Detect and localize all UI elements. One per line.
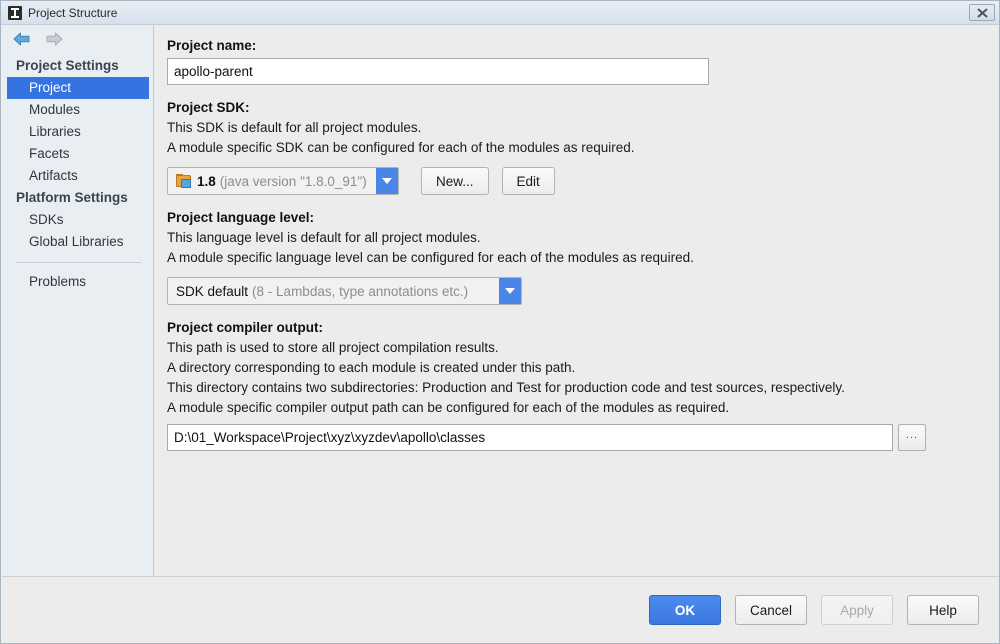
apply-button[interactable]: Apply	[821, 595, 893, 625]
close-icon	[976, 7, 988, 18]
window-title: Project Structure	[28, 5, 118, 20]
project-sdk-detail: (java version "1.8.0_91")	[219, 173, 367, 189]
language-level-label: Project language level:	[167, 210, 315, 225]
project-sdk-row: 1.8 (java version "1.8.0_91") New... Edi…	[167, 167, 999, 195]
new-sdk-button[interactable]: New...	[421, 167, 489, 195]
project-sdk-combobox[interactable]: 1.8 (java version "1.8.0_91")	[167, 167, 399, 195]
cancel-button[interactable]: Cancel	[734, 595, 807, 625]
compiler-output-label: Project compiler output:	[167, 320, 324, 335]
group-label-project-settings: Project Settings	[16, 58, 119, 73]
settings-nav-list: Project Settings Project Modules Librari…	[2, 53, 153, 293]
sidebar-item-problems[interactable]: Problems	[7, 271, 149, 293]
chevron-down-icon	[505, 287, 515, 294]
project-sdk-name: 1.8	[197, 173, 216, 189]
language-level-name: SDK default	[176, 283, 249, 299]
language-level-desc-2: A module specific language level can be …	[167, 250, 694, 265]
project-name-input[interactable]: apollo-parent	[167, 58, 709, 85]
compiler-output-desc-1: This path is used to store all project c…	[167, 340, 499, 355]
compiler-output-desc-2: A directory corresponding to each module…	[167, 360, 576, 375]
chevron-down-icon	[382, 177, 392, 184]
sidebar-divider	[16, 262, 141, 263]
project-sdk-label: Project SDK:	[167, 100, 250, 115]
project-structure-dialog: Project Structure Project Settings Proje…	[0, 0, 1000, 644]
edit-sdk-button[interactable]: Edit	[501, 167, 555, 195]
arrow-right-icon[interactable]	[44, 31, 64, 47]
project-sdk-dropdown-arrow[interactable]	[376, 168, 398, 194]
project-sdk-desc-1: This SDK is default for all project modu…	[167, 120, 422, 135]
dialog-button-bar: OK Cancel Apply Help	[2, 576, 999, 643]
sidebar-item-modules[interactable]: Modules	[7, 99, 149, 121]
sidebar-item-global-libraries[interactable]: Global Libraries	[7, 231, 149, 253]
compiler-output-row: D:\01_Workspace\Project\xyz\xyzdev\apoll…	[167, 424, 999, 451]
title-bar: Project Structure	[1, 1, 999, 25]
compiler-output-browse-button[interactable]: ...	[898, 424, 926, 451]
compiler-output-desc-3: This directory contains two subdirectori…	[167, 380, 845, 395]
language-level-desc-1: This language level is default for all p…	[167, 230, 481, 245]
language-level-detail: (8 - Lambdas, type annotations etc.)	[252, 283, 469, 299]
navigation-bar	[2, 25, 153, 53]
project-name-label: Project name:	[167, 38, 257, 53]
sidebar-item-project[interactable]: Project	[7, 77, 149, 99]
jdk-folder-icon	[176, 173, 192, 189]
sidebar: Project Settings Project Modules Librari…	[2, 25, 154, 576]
project-sdk-desc-2: A module specific SDK can be configured …	[167, 140, 635, 155]
project-settings-panel: Project name: apollo-parent Project SDK:…	[154, 25, 999, 576]
close-button[interactable]	[969, 4, 995, 21]
sidebar-item-artifacts[interactable]: Artifacts	[7, 165, 149, 187]
ok-button[interactable]: OK	[648, 595, 721, 625]
sidebar-item-libraries[interactable]: Libraries	[7, 121, 149, 143]
compiler-output-desc-4: A module specific compiler output path c…	[167, 400, 730, 415]
language-level-combobox[interactable]: SDK default (8 - Lambdas, type annotatio…	[167, 277, 522, 305]
sidebar-item-facets[interactable]: Facets	[7, 143, 149, 165]
language-level-row: SDK default (8 - Lambdas, type annotatio…	[167, 277, 999, 305]
group-label-platform-settings: Platform Settings	[16, 190, 128, 205]
compiler-output-input[interactable]: D:\01_Workspace\Project\xyz\xyzdev\apoll…	[167, 424, 893, 451]
intellij-idea-icon	[8, 5, 22, 20]
sidebar-item-sdks[interactable]: SDKs	[7, 209, 149, 231]
language-level-dropdown-arrow[interactable]	[499, 278, 521, 304]
arrow-left-icon[interactable]	[12, 31, 32, 47]
help-button[interactable]: Help	[907, 595, 979, 625]
